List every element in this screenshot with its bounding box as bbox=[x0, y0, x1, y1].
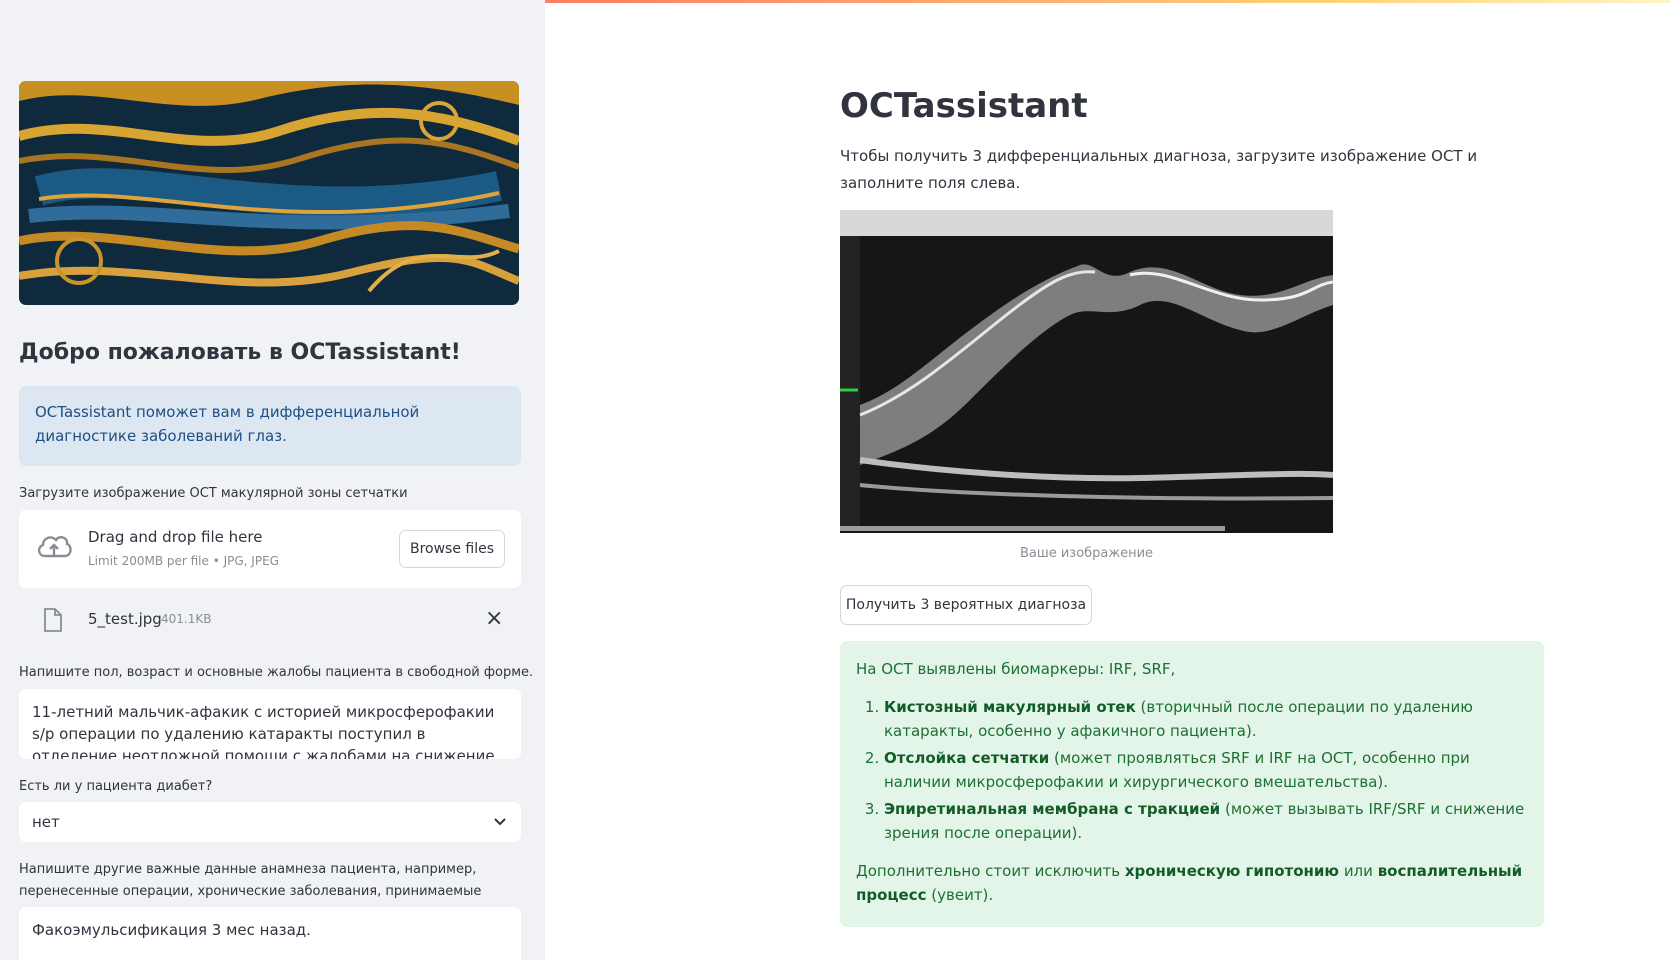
diabetes-label: Есть ли у пациента диабет? bbox=[19, 779, 213, 794]
intro-text: Чтобы получить 3 дифференциальных диагно… bbox=[840, 147, 1478, 192]
upload-limit-text: Limit 200MB per file • JPG, JPEG bbox=[88, 554, 279, 568]
diagnosis-result-box: На OCT выявлены биомаркеры: IRF, SRF, Ки… bbox=[840, 641, 1544, 927]
additional-or: или bbox=[1343, 862, 1373, 880]
complaints-label: Напишите пол, возраст и основные жалобы … bbox=[19, 665, 534, 680]
uploaded-file-size: 401.1KB bbox=[161, 612, 212, 626]
sidebar-title: Добро пожаловать в OCTassistant! bbox=[19, 340, 461, 365]
diagnosis-name: Отслойка сетчатки bbox=[884, 749, 1050, 767]
drag-drop-text: Drag and drop file here bbox=[88, 528, 263, 546]
sidebar: Добро пожаловать в OCTassistant! OCTassi… bbox=[0, 0, 545, 965]
diabetes-selected-value: нет bbox=[32, 813, 60, 831]
diagnosis-list: Кистозный макулярный отек (вторичный пос… bbox=[856, 695, 1528, 845]
additional-bold-1: хроническую гипотонию bbox=[1124, 862, 1340, 880]
browse-files-button[interactable]: Browse files bbox=[399, 530, 505, 568]
chevron-down-icon bbox=[493, 802, 507, 858]
get-diagnoses-button[interactable]: Получить 3 вероятных диагноза bbox=[840, 585, 1092, 625]
diagnosis-item: Отслойка сетчатки (может проявляться SRF… bbox=[884, 746, 1528, 794]
diagnosis-name: Кистозный макулярный отек bbox=[884, 698, 1136, 716]
biomarkers-text: На OCT выявлены биомаркеры: IRF, SRF, bbox=[856, 660, 1176, 678]
page-title: OCTassistant bbox=[840, 86, 1088, 126]
remove-file-icon[interactable]: × bbox=[485, 606, 503, 631]
oct-scan-image bbox=[840, 210, 1333, 533]
uploaded-file-row: 5_test.jpg 401.1KB × bbox=[19, 604, 521, 636]
info-box: OCTassistant поможет вам в дифференциаль… bbox=[19, 386, 521, 466]
additional-note: Дополнительно стоит исключить хроническу… bbox=[856, 859, 1528, 907]
diagnosis-item: Кистозный макулярный отек (вторичный пос… bbox=[884, 695, 1528, 743]
diagnosis-item: Эпиретинальная мембрана с тракцией (може… bbox=[884, 797, 1528, 845]
complaints-textarea[interactable]: 11-летний мальчик-афакик с историей микр… bbox=[19, 689, 521, 759]
history-textarea[interactable]: Факоэмульсификация 3 мес назад. bbox=[19, 907, 521, 965]
additional-suffix: (увеит). bbox=[931, 886, 994, 904]
upload-label: Загрузите изображение OCT макулярной зон… bbox=[19, 486, 408, 501]
file-dropzone[interactable]: Drag and drop file here Limit 200MB per … bbox=[19, 510, 521, 588]
diagnosis-name: Эпиретинальная мембрана с тракцией bbox=[884, 800, 1221, 818]
image-caption: Ваше изображение bbox=[1019, 546, 1154, 561]
diabetes-select[interactable]: нет bbox=[19, 802, 521, 842]
file-icon bbox=[43, 608, 63, 636]
cloud-upload-icon bbox=[35, 532, 73, 566]
uploaded-file-name: 5_test.jpg bbox=[88, 610, 162, 628]
additional-prefix: Дополнительно стоит исключить bbox=[856, 862, 1121, 880]
sidebar-banner-image bbox=[19, 81, 519, 305]
